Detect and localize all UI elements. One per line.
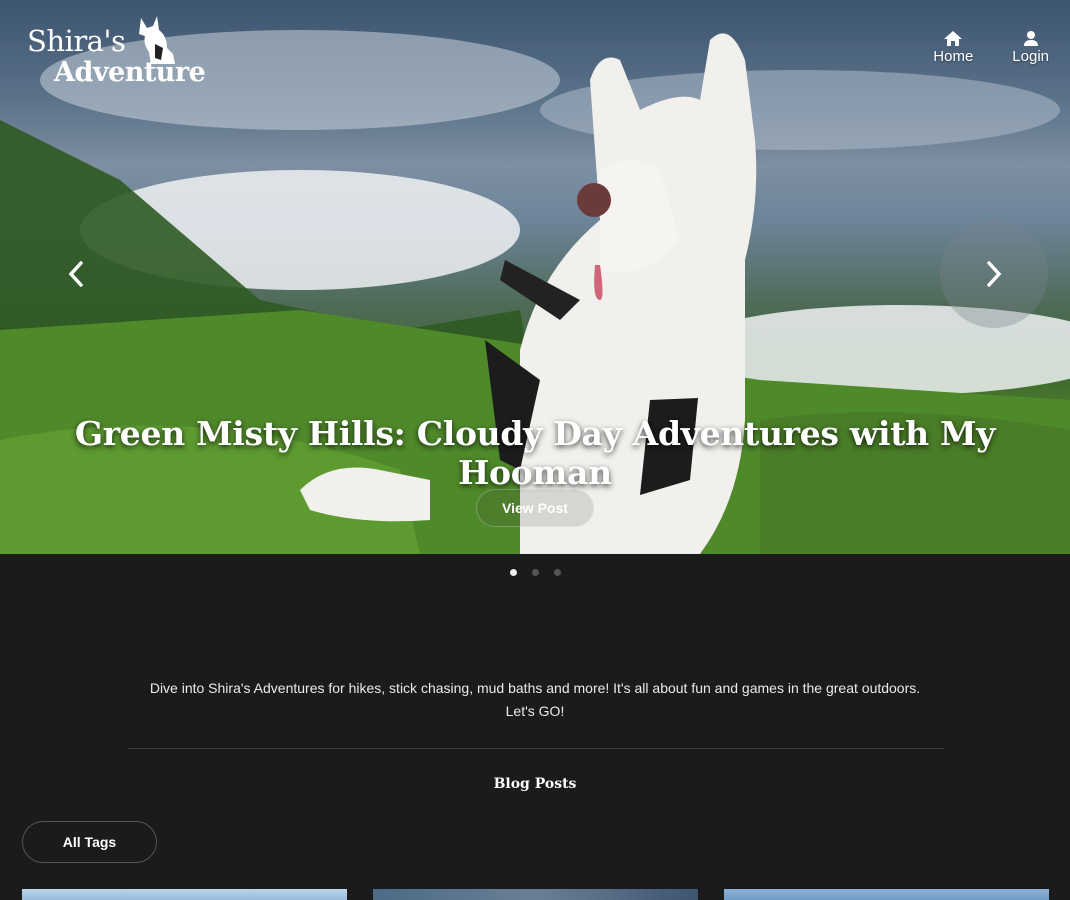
intro-text: Dive into Shira's Adventures for hikes, …: [149, 680, 921, 719]
blog-posts-heading: Blog Posts: [493, 776, 577, 792]
section-divider: [128, 748, 944, 749]
all-tags-button[interactable]: All Tags: [22, 821, 157, 863]
logo-text-line2: Adventure: [54, 57, 206, 88]
dog-icon: [139, 16, 175, 64]
chevron-left-icon: [68, 261, 83, 287]
chevron-right-icon: [987, 261, 1002, 287]
blog-card-2[interactable]: [373, 889, 698, 900]
site-logo[interactable]: Shira's Adventure: [27, 14, 212, 94]
blog-card-1[interactable]: [22, 889, 347, 900]
carousel-next-button[interactable]: [940, 220, 1048, 328]
logo-text-line1: Shira's: [27, 24, 126, 58]
carousel-dot-2[interactable]: [531, 569, 539, 576]
view-post-button[interactable]: View Post: [476, 489, 594, 527]
carousel-dot-3[interactable]: [553, 569, 561, 576]
blog-card-3[interactable]: [724, 889, 1049, 900]
nav-login[interactable]: Login: [1012, 30, 1049, 65]
nav-home-label: Home: [933, 48, 974, 65]
carousel-prev-button[interactable]: [22, 220, 130, 328]
home-icon: [944, 31, 963, 46]
carousel-indicators: [0, 569, 1070, 576]
nav-home[interactable]: Home: [933, 30, 973, 65]
carousel-dot-1[interactable]: [509, 569, 517, 576]
nav-login-label: Login: [1012, 48, 1049, 65]
top-nav: Home Login: [933, 30, 1049, 65]
hero-carousel: Shira's Adventure Home Login Green Misty…: [0, 0, 1070, 554]
user-icon: [1023, 31, 1038, 46]
hero-post-title: Green Misty Hills: Cloudy Day Adventures…: [74, 414, 996, 492]
